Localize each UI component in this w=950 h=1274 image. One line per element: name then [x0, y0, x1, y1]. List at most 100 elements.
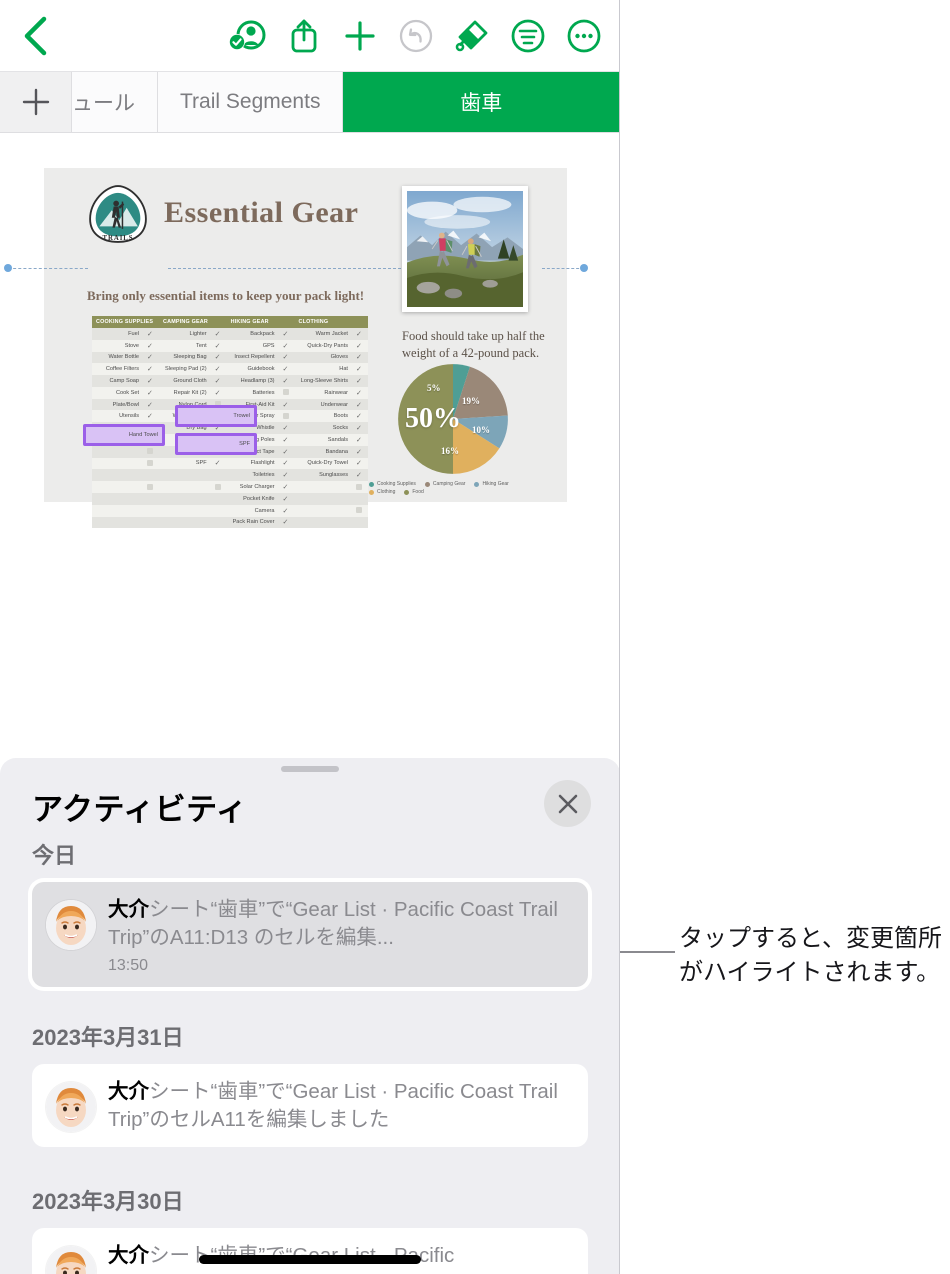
- activity-list-item[interactable]: 大介シート“歯車”で“Gear List · Pacific Coast Tra…: [32, 882, 588, 987]
- table-cell-check[interactable]: ✓: [352, 339, 368, 352]
- table-cell-label[interactable]: [294, 481, 352, 493]
- table-cell-check[interactable]: [143, 445, 160, 458]
- table-cell-label[interactable]: Plate/Bowl: [92, 398, 144, 411]
- table-cell-check[interactable]: ✓: [278, 398, 295, 411]
- table-cell-label[interactable]: Pack Rain Cover: [226, 516, 279, 529]
- table-row[interactable]: Camp Soap ✓ Ground Cloth ✓ Headlamp (3) ✓ Long…: [92, 375, 368, 387]
- table-cell-check[interactable]: ✓: [278, 445, 295, 458]
- table-cell-check[interactable]: ✓: [278, 375, 295, 387]
- table-cell-check[interactable]: [278, 386, 295, 399]
- table-cell-label[interactable]: Solar Charger: [226, 481, 279, 493]
- table-cell-check[interactable]: ✓: [210, 328, 227, 340]
- table-cell-check[interactable]: [352, 492, 368, 505]
- collaborate-button[interactable]: [220, 0, 276, 72]
- table-cell-check[interactable]: ✓: [278, 328, 295, 340]
- table-cell-label[interactable]: Sleeping Bag: [159, 351, 211, 364]
- table-cell-check[interactable]: ✓: [143, 339, 160, 352]
- table-cell-label[interactable]: Flashlight: [226, 457, 279, 470]
- back-button[interactable]: [0, 0, 70, 72]
- table-cell-check[interactable]: [210, 469, 227, 482]
- sheet-grabber-handle[interactable]: [281, 766, 339, 772]
- table-cell-label[interactable]: Boots: [294, 410, 352, 423]
- table-cell-check[interactable]: [143, 481, 160, 493]
- table-cell-label[interactable]: Camera: [226, 504, 279, 517]
- table-cell-check[interactable]: ✓: [278, 434, 295, 446]
- spreadsheet-canvas[interactable]: TRAILS SCENIC Essential Gear Bring only …: [0, 133, 619, 758]
- table-cell-label[interactable]: Bandana: [294, 445, 352, 458]
- table-cell-label[interactable]: Stove: [92, 339, 144, 352]
- selection-handle-right[interactable]: [580, 264, 588, 272]
- add-sheet-button[interactable]: [0, 72, 72, 132]
- undo-button[interactable]: [388, 0, 444, 72]
- table-cell-label[interactable]: Utensils: [92, 410, 144, 423]
- table-cell-label[interactable]: Underwear: [294, 398, 352, 411]
- table-cell-check[interactable]: [352, 516, 368, 529]
- table-cell-label[interactable]: [159, 481, 211, 493]
- table-cell-check[interactable]: ✓: [278, 516, 295, 529]
- table-cell-check[interactable]: [210, 504, 227, 517]
- table-cell-check[interactable]: ✓: [210, 457, 227, 470]
- table-cell-label[interactable]: Coffee Filters: [92, 363, 144, 376]
- table-cell-label[interactable]: Insect Repellent: [226, 351, 279, 364]
- table-cell-label[interactable]: Fuel: [92, 328, 144, 340]
- table-cell-label[interactable]: [159, 504, 211, 517]
- table-row[interactable]: Water Bottle ✓ Sleeping Bag ✓ Insect Repelle…: [92, 351, 368, 364]
- sheet-tab-trail-segments[interactable]: Trail Segments: [158, 72, 344, 132]
- table-row[interactable]: Solar Charger ✓: [92, 481, 368, 493]
- table-cell-label[interactable]: GPS: [226, 339, 279, 352]
- highlight-cell-hand-towel[interactable]: Hand Towel: [83, 424, 165, 446]
- table-cell-label[interactable]: [159, 516, 211, 529]
- table-cell-label[interactable]: Tent: [159, 339, 211, 352]
- table-cell-check[interactable]: ✓: [143, 375, 160, 387]
- table-cell-check[interactable]: [210, 481, 227, 493]
- table-cell-check[interactable]: ✓: [143, 351, 160, 364]
- table-cell-label[interactable]: [294, 516, 352, 529]
- table-cell-label[interactable]: [159, 492, 211, 505]
- table-row[interactable]: Fuel ✓ Lighter ✓ Backpack ✓ Warm Jacket ✓: [92, 328, 368, 340]
- highlight-cell-spf[interactable]: SPF: [175, 433, 257, 455]
- table-row[interactable]: Pocket Knife ✓: [92, 492, 368, 505]
- table-cell-label[interactable]: Camp Soap: [92, 375, 144, 387]
- insert-button[interactable]: [332, 0, 388, 72]
- table-cell-label[interactable]: Cook Set: [92, 386, 144, 399]
- table-cell-check[interactable]: [143, 516, 160, 529]
- gear-weight-pie-chart[interactable]: 50% 5% 19% 10% 16% Cooking Supplies Campi…: [369, 363, 549, 498]
- table-cell-label[interactable]: Quick-Dry Pants: [294, 339, 352, 352]
- table-cell-label[interactable]: Ground Cloth: [159, 375, 211, 387]
- table-cell-label[interactable]: [92, 457, 144, 470]
- table-cell-label[interactable]: Hat: [294, 363, 352, 376]
- share-button[interactable]: [276, 0, 332, 72]
- table-cell-check[interactable]: ✓: [143, 363, 160, 376]
- table-cell-check[interactable]: ✓: [278, 457, 295, 470]
- table-cell-check[interactable]: ✓: [278, 363, 295, 376]
- table-cell-label[interactable]: Quick-Dry Towel: [294, 457, 352, 470]
- table-cell-check[interactable]: ✓: [278, 339, 295, 352]
- table-cell-check[interactable]: ✓: [278, 504, 295, 517]
- table-cell-check[interactable]: ✓: [352, 398, 368, 411]
- table-cell-label[interactable]: [92, 469, 144, 482]
- table-cell-check[interactable]: ✓: [210, 386, 227, 399]
- table-cell-label[interactable]: [294, 492, 352, 505]
- table-cell-check[interactable]: ✓: [143, 386, 160, 399]
- table-cell-label[interactable]: Warm Jacket: [294, 328, 352, 340]
- table-cell-label[interactable]: Repair Kit (2): [159, 386, 211, 399]
- table-row[interactable]: Camera ✓: [92, 504, 368, 517]
- table-cell-check[interactable]: [352, 481, 368, 493]
- table-row[interactable]: Stove ✓ Tent ✓ GPS ✓ Quick-Dry Pants ✓: [92, 339, 368, 352]
- table-cell-check[interactable]: [210, 492, 227, 505]
- table-cell-label[interactable]: [92, 445, 144, 458]
- table-cell-check[interactable]: ✓: [352, 375, 368, 387]
- table-cell-check[interactable]: ✓: [210, 375, 227, 387]
- activity-list-item[interactable]: 大介シート“歯車”で“Gear List · Pacific Coast Tra…: [32, 1064, 588, 1147]
- table-cell-check[interactable]: ✓: [278, 469, 295, 482]
- close-activity-button[interactable]: [544, 780, 591, 827]
- table-cell-label[interactable]: Batteries: [226, 386, 279, 399]
- format-button[interactable]: [444, 0, 500, 72]
- organize-button[interactable]: [500, 0, 556, 72]
- table-cell-label[interactable]: Long-Sleeve Shirts: [294, 375, 352, 387]
- table-cell-check[interactable]: [143, 492, 160, 505]
- table-cell-check[interactable]: ✓: [352, 363, 368, 376]
- table-cell-label[interactable]: SPF: [159, 457, 211, 470]
- table-cell-label[interactable]: [92, 492, 144, 505]
- table-cell-label[interactable]: [92, 481, 144, 493]
